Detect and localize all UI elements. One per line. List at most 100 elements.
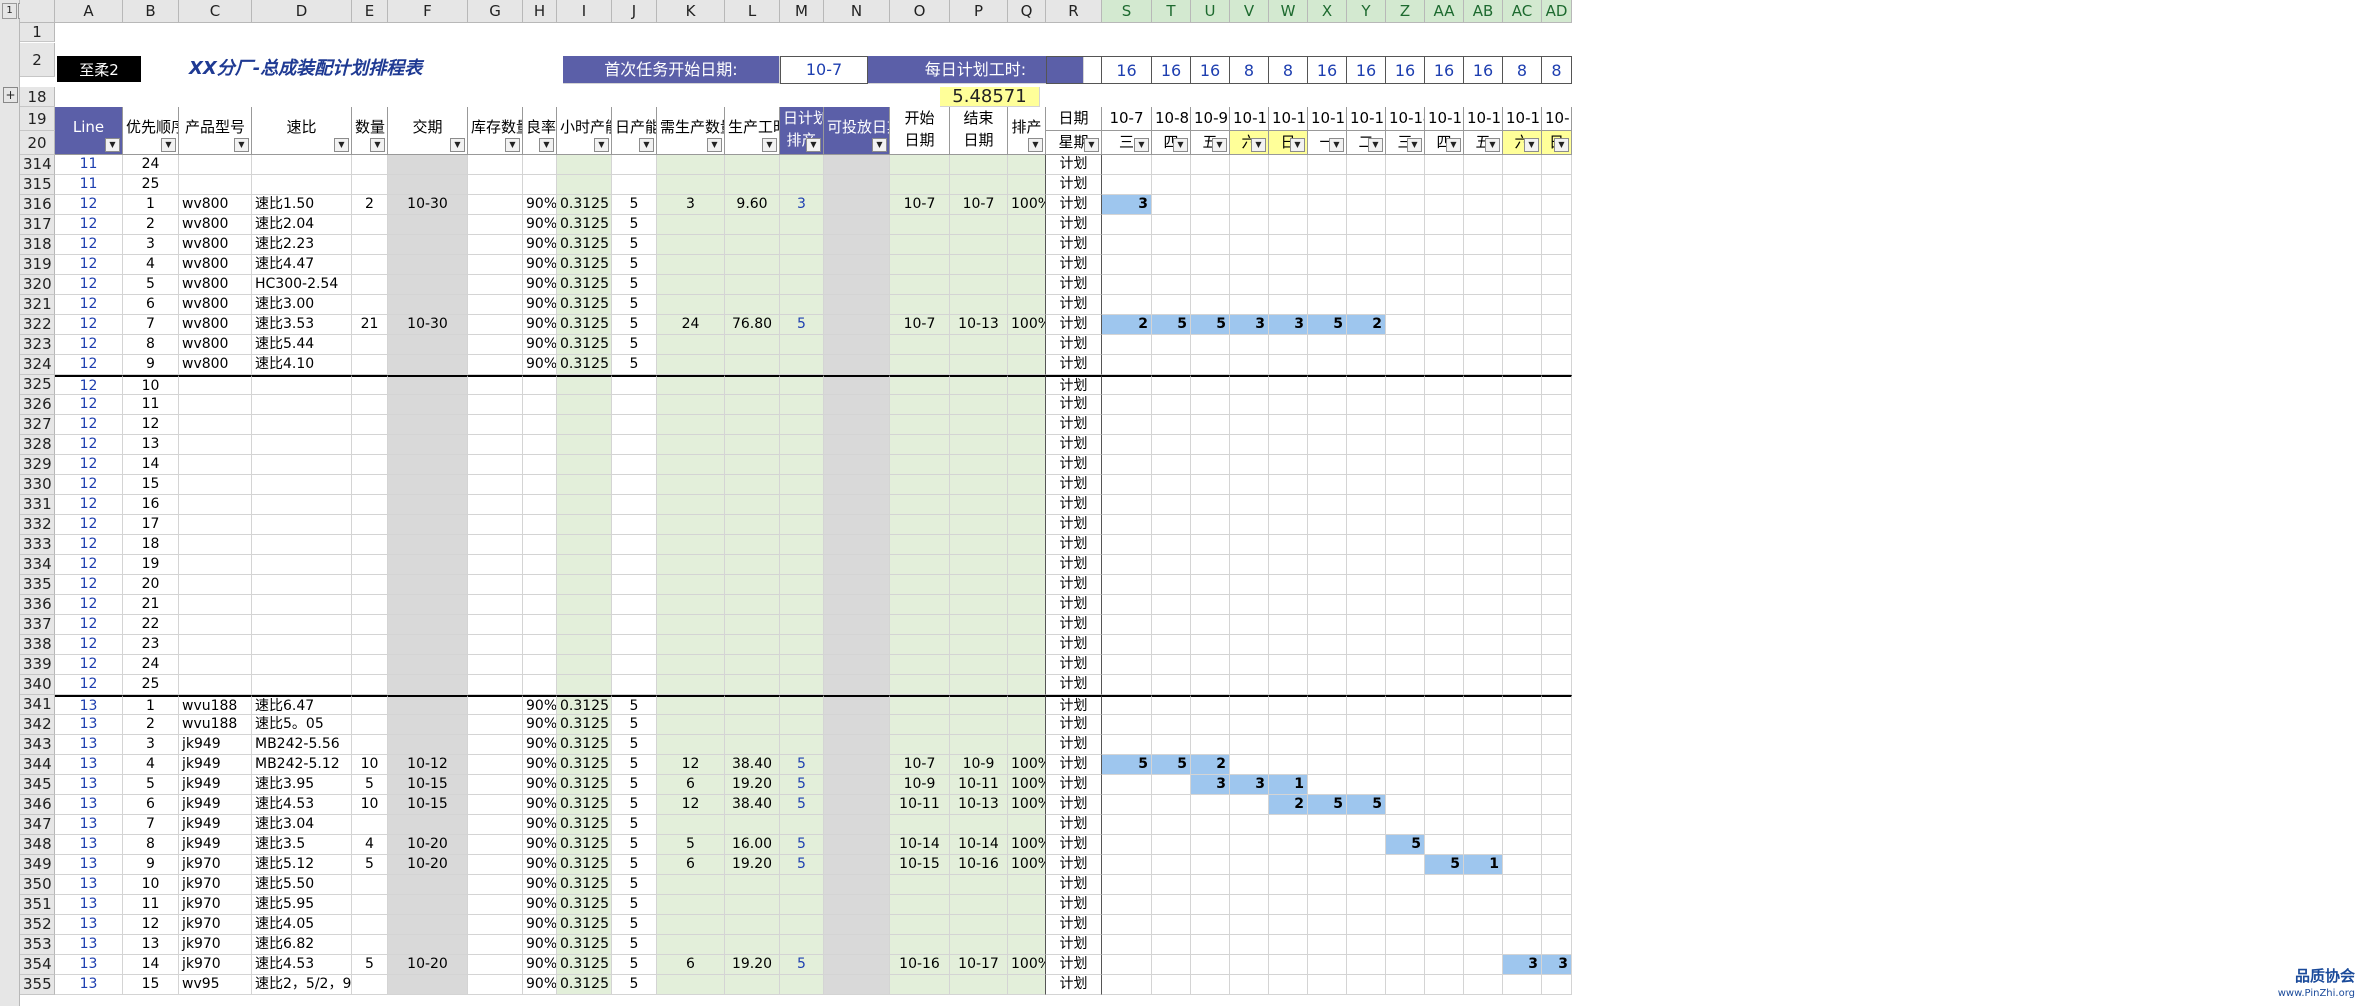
cell-A320[interactable]: 12	[55, 275, 123, 295]
cell-Q343[interactable]	[1008, 735, 1046, 755]
cell-J336[interactable]	[612, 595, 657, 615]
cell-K345[interactable]: 6	[657, 775, 725, 795]
cell-O341[interactable]	[890, 695, 950, 715]
row-header-316[interactable]: 316	[20, 195, 55, 215]
cell-E322[interactable]: 21	[352, 315, 388, 335]
cell-AA345[interactable]	[1425, 775, 1464, 795]
cell-Y322[interactable]: 2	[1347, 315, 1386, 335]
cell-J354[interactable]: 5	[612, 955, 657, 975]
cell-D352[interactable]: 速比4.05	[252, 915, 352, 935]
cell-AB335[interactable]	[1464, 575, 1503, 595]
cell-L315[interactable]	[725, 175, 780, 195]
cell-B335[interactable]: 20	[123, 575, 179, 595]
cell-J318[interactable]: 5	[612, 235, 657, 255]
cell-A317[interactable]: 12	[55, 215, 123, 235]
cell-M350[interactable]	[780, 875, 824, 895]
cell-AA349[interactable]: 5	[1425, 855, 1464, 875]
cell-K340[interactable]	[657, 675, 725, 695]
cell-M335[interactable]	[780, 575, 824, 595]
cell-H351[interactable]: 90%	[523, 895, 557, 915]
cell-AD318[interactable]	[1542, 235, 1572, 255]
row-header-355[interactable]: 355	[20, 975, 55, 995]
cell-C336[interactable]	[179, 595, 252, 615]
cell-O330[interactable]	[890, 475, 950, 495]
cell-W335[interactable]	[1269, 575, 1308, 595]
cell-T334[interactable]	[1152, 555, 1191, 575]
cell-U345[interactable]: 3	[1191, 775, 1230, 795]
cell-F329[interactable]	[388, 455, 468, 475]
cell-R350[interactable]: 计划	[1046, 875, 1102, 895]
row-header-318[interactable]: 318	[20, 235, 55, 255]
filter-dropdown-icon[interactable]: ▼	[234, 138, 249, 152]
cell-P321[interactable]	[950, 295, 1008, 315]
daily-hours-S[interactable]: 16	[1102, 56, 1152, 84]
cell-V329[interactable]	[1230, 455, 1269, 475]
cell-C317[interactable]: wv800	[179, 215, 252, 235]
cell-D339[interactable]	[252, 655, 352, 675]
cell-C354[interactable]: jk970	[179, 955, 252, 975]
cell-Q324[interactable]	[1008, 355, 1046, 375]
cell-AD347[interactable]	[1542, 815, 1572, 835]
cell-AD322[interactable]	[1542, 315, 1572, 335]
cell-I326[interactable]	[557, 395, 612, 415]
cell-N349[interactable]	[824, 855, 890, 875]
cell-J331[interactable]	[612, 495, 657, 515]
row-header-1[interactable]: 1	[20, 23, 55, 42]
cell-H345[interactable]: 90%	[523, 775, 557, 795]
cell-L338[interactable]	[725, 635, 780, 655]
cell-I353[interactable]: 0.3125	[557, 935, 612, 955]
cell-F351[interactable]	[388, 895, 468, 915]
cell-W326[interactable]	[1269, 395, 1308, 415]
cell-W349[interactable]	[1269, 855, 1308, 875]
cell-H339[interactable]	[523, 655, 557, 675]
cell-E346[interactable]: 10	[352, 795, 388, 815]
cell-V354[interactable]	[1230, 955, 1269, 975]
cell-Q328[interactable]	[1008, 435, 1046, 455]
cell-P345[interactable]: 10-11	[950, 775, 1008, 795]
cell-L337[interactable]	[725, 615, 780, 635]
cell-AA346[interactable]	[1425, 795, 1464, 815]
cell-I349[interactable]: 0.3125	[557, 855, 612, 875]
cell-I331[interactable]	[557, 495, 612, 515]
cell-E338[interactable]	[352, 635, 388, 655]
cell-B344[interactable]: 4	[123, 755, 179, 775]
cell-P349[interactable]: 10-16	[950, 855, 1008, 875]
cell-Z345[interactable]	[1386, 775, 1425, 795]
cell-L314[interactable]	[725, 155, 780, 175]
cell-L327[interactable]	[725, 415, 780, 435]
cell-N324[interactable]	[824, 355, 890, 375]
cell-V314[interactable]	[1230, 155, 1269, 175]
cell-T353[interactable]	[1152, 935, 1191, 955]
cell-F347[interactable]	[388, 815, 468, 835]
cell-M326[interactable]	[780, 395, 824, 415]
cell-R339[interactable]: 计划	[1046, 655, 1102, 675]
cell-J332[interactable]	[612, 515, 657, 535]
cell-K346[interactable]: 12	[657, 795, 725, 815]
cell-R319[interactable]: 计划	[1046, 255, 1102, 275]
cell-T345[interactable]	[1152, 775, 1191, 795]
cell-G315[interactable]	[468, 175, 523, 195]
cell-O339[interactable]	[890, 655, 950, 675]
cell-O315[interactable]	[890, 175, 950, 195]
cell-Y353[interactable]	[1347, 935, 1386, 955]
cell-K338[interactable]	[657, 635, 725, 655]
cell-U353[interactable]	[1191, 935, 1230, 955]
cell-V338[interactable]	[1230, 635, 1269, 655]
cell-O318[interactable]	[890, 235, 950, 255]
cell-AC349[interactable]	[1503, 855, 1542, 875]
cell-I320[interactable]: 0.3125	[557, 275, 612, 295]
cell-M315[interactable]	[780, 175, 824, 195]
cell-S341[interactable]	[1102, 695, 1152, 715]
cell-Q340[interactable]	[1008, 675, 1046, 695]
row-header-336[interactable]: 336	[20, 595, 55, 615]
cell-W355[interactable]	[1269, 975, 1308, 995]
row-header-326[interactable]: 326	[20, 395, 55, 415]
cell-I316[interactable]: 0.3125	[557, 195, 612, 215]
cell-Z327[interactable]	[1386, 415, 1425, 435]
cell-E342[interactable]	[352, 715, 388, 735]
cell-Z348[interactable]: 5	[1386, 835, 1425, 855]
cell-K322[interactable]: 24	[657, 315, 725, 335]
cell-U330[interactable]	[1191, 475, 1230, 495]
cell-B347[interactable]: 7	[123, 815, 179, 835]
cell-V343[interactable]	[1230, 735, 1269, 755]
